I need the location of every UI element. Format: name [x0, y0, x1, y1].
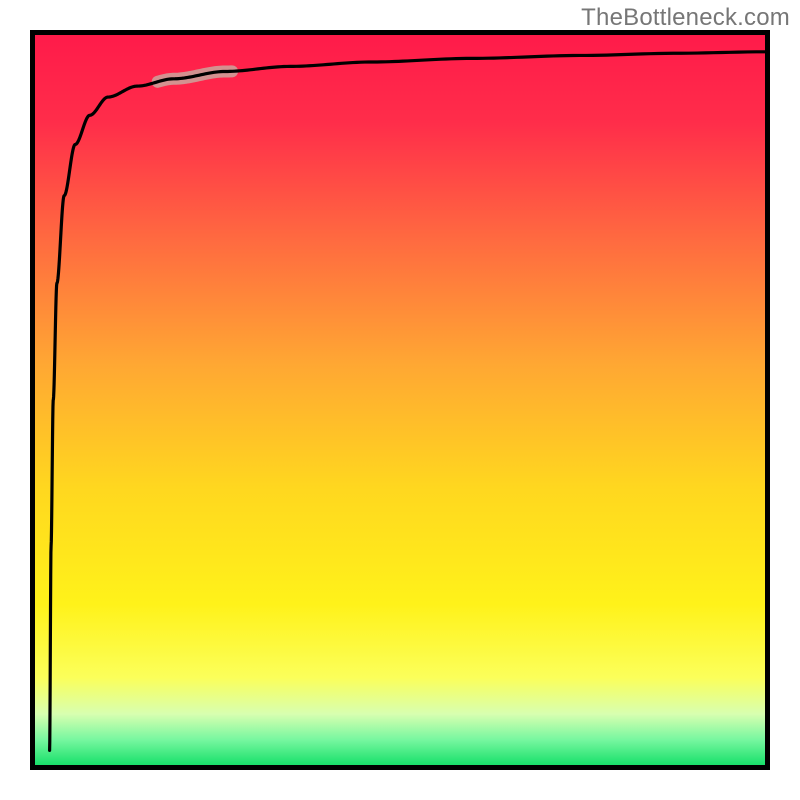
chart-stage: TheBottleneck.com	[0, 0, 800, 800]
chart-svg	[0, 0, 800, 800]
watermark-text: TheBottleneck.com	[581, 4, 790, 32]
plot-background	[35, 35, 765, 765]
